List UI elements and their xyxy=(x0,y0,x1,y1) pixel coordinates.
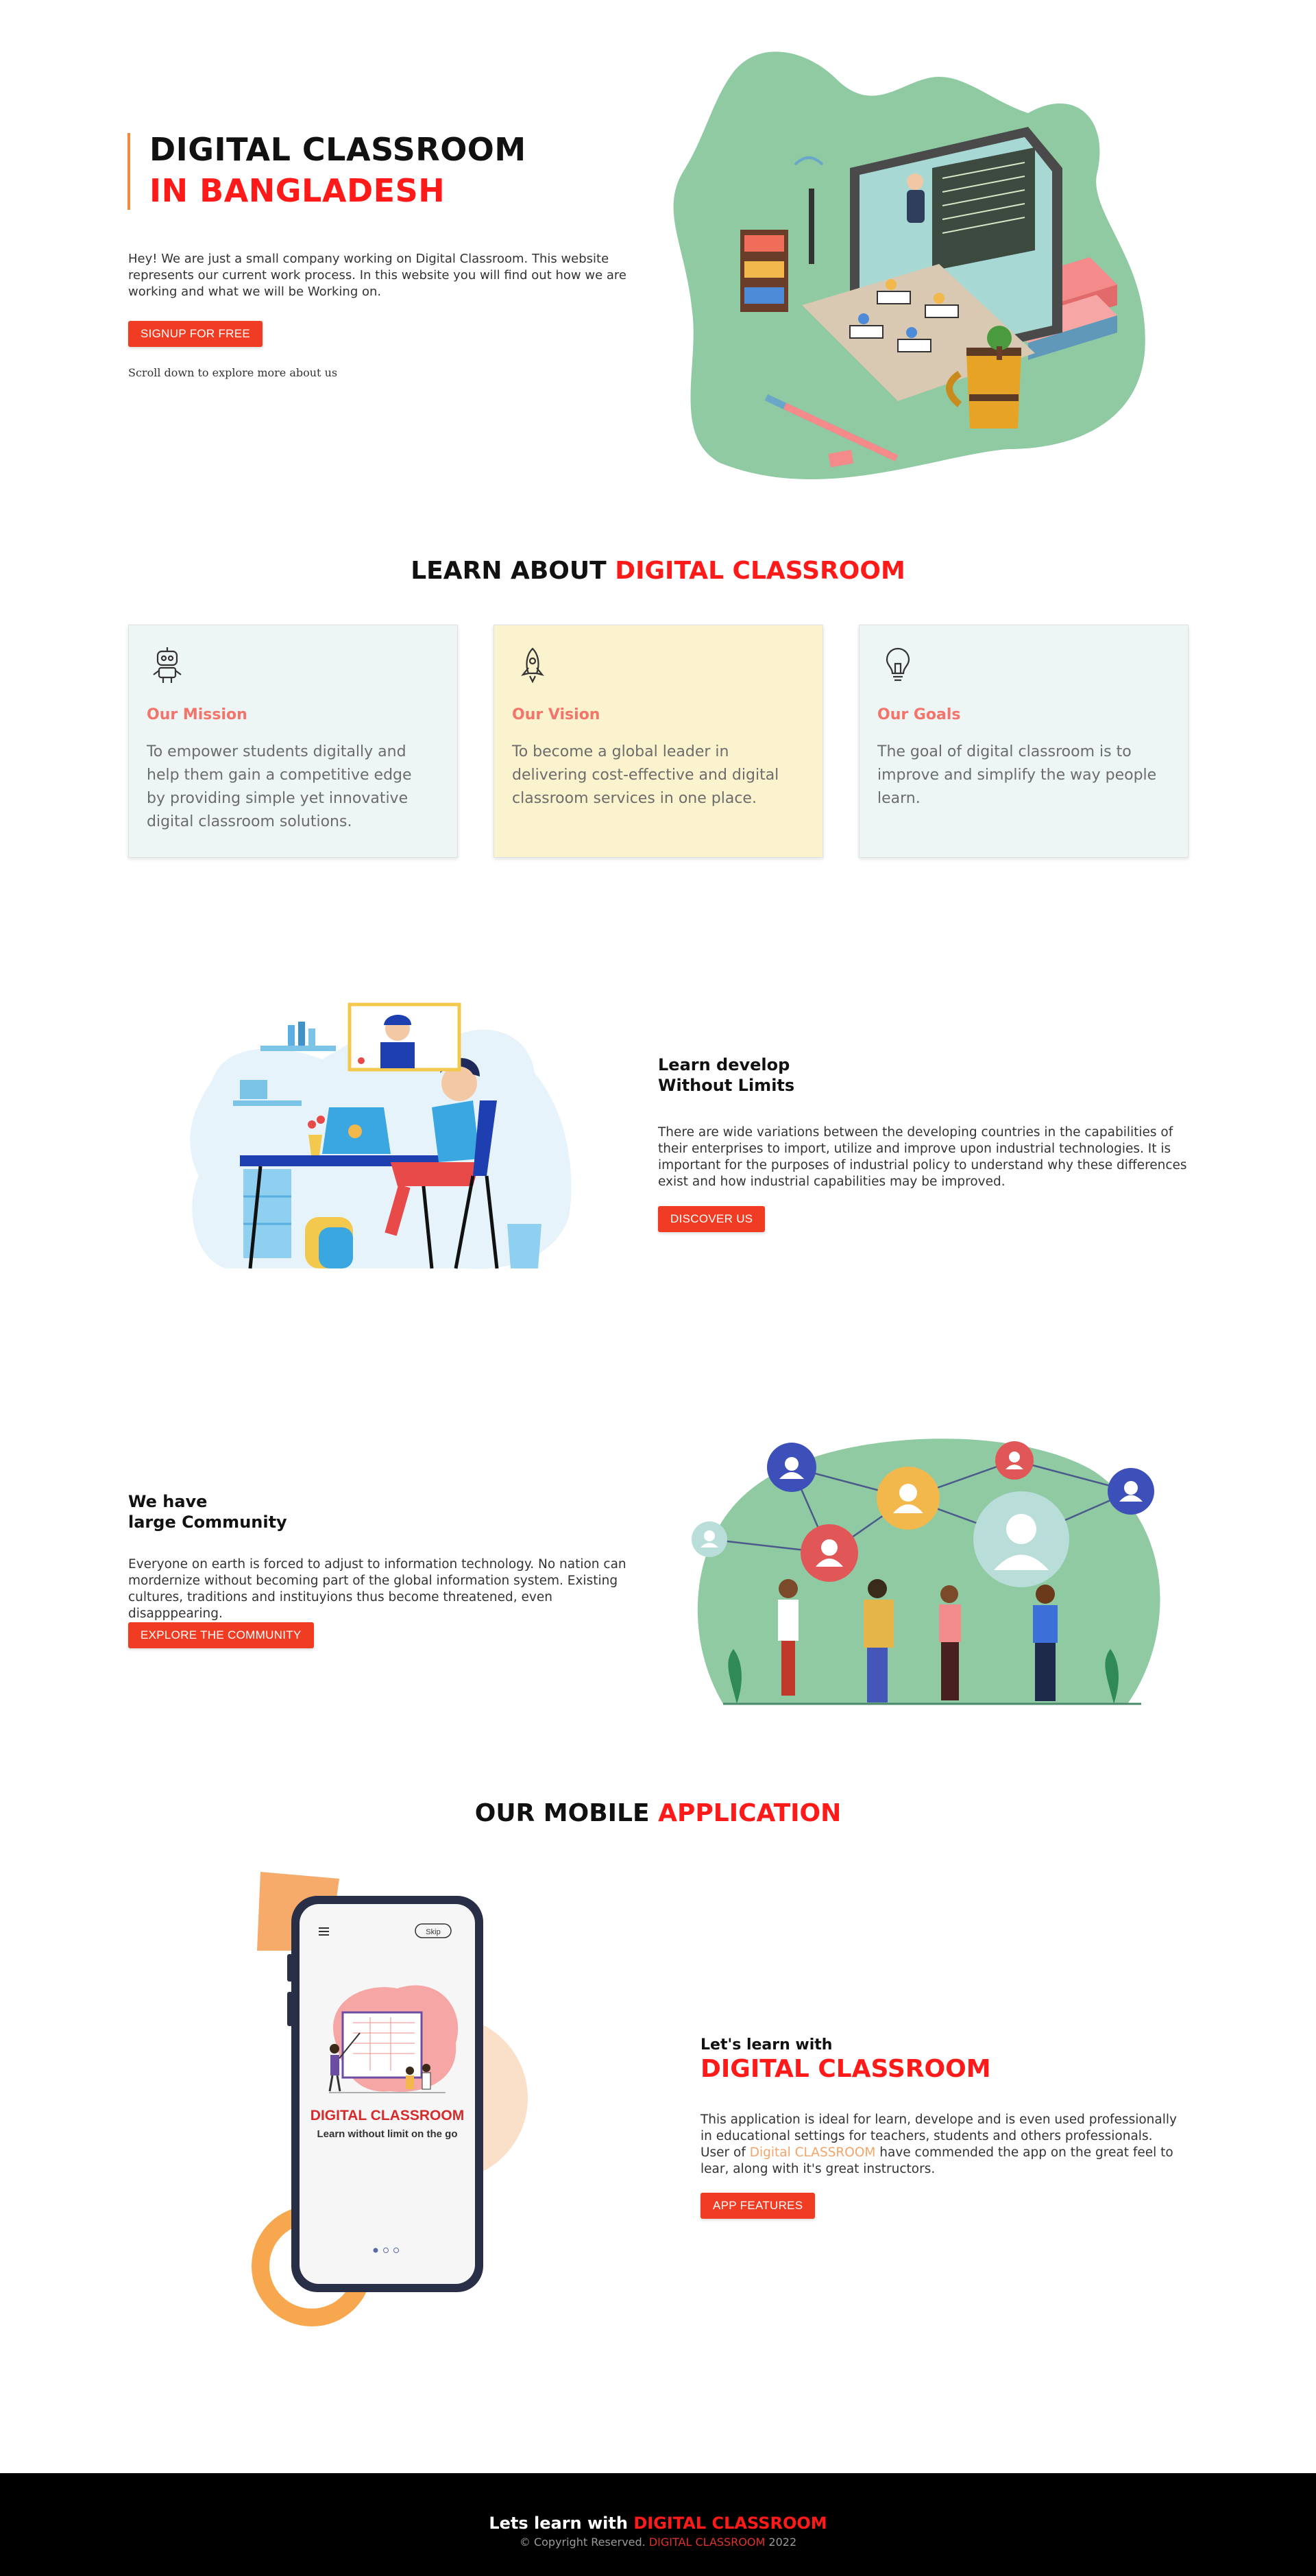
hero-title-line1: DIGITAL CLASSROOM xyxy=(149,131,526,168)
classroom-illustration xyxy=(673,51,1145,480)
hero-title-line2: IN BANGLADESH xyxy=(149,172,446,209)
footer-tagline-part2: DIGITAL CLASSROOM xyxy=(633,2514,827,2533)
explore-community-button[interactable]: EXPLORE THE COMMUNITY xyxy=(128,1622,314,1648)
goals-title: Our Goals xyxy=(877,706,961,723)
app-title: DIGITAL CLASSROOM xyxy=(310,2108,464,2123)
mobile-subtitle: Let's learn with xyxy=(700,2036,833,2054)
community-text: Everyone on earth is forced to adjust to… xyxy=(128,1557,626,1621)
about-heading-part2: DIGITAL CLASSROOM xyxy=(615,557,905,585)
learn-title-line2: Without Limits xyxy=(658,1076,795,1095)
lightbulb-icon xyxy=(886,647,910,682)
mobile-heading-part1: OUR MOBILE xyxy=(474,1799,659,1827)
community-title-line1: We have xyxy=(128,1492,208,1511)
vision-title: Our Vision xyxy=(512,706,600,723)
goals-text: The goal of digital classroom is to impr… xyxy=(877,743,1157,807)
skip-label: Skip xyxy=(426,1928,440,1936)
signup-button[interactable]: SIGNUP FOR FREE xyxy=(128,321,263,347)
mobile-heading: OUR MOBILE APPLICATION xyxy=(0,1799,1316,1827)
hero-accent-bar xyxy=(127,133,130,210)
phone-mockup: DIGITAL CLASSROOM Learn without limit on… xyxy=(252,1872,528,2326)
mission-card: Our Mission To empower students digitall… xyxy=(128,625,458,858)
learn-text: There are wide variations between the de… xyxy=(658,1125,1187,1189)
rocket-icon xyxy=(521,647,544,684)
scroll-hint: Scroll down to explore more about us xyxy=(128,366,338,379)
hero-title: DIGITAL CLASSROOM IN BANGLADESH xyxy=(149,129,526,211)
footer-copy-part1: © Copyright Reserved. xyxy=(519,2536,649,2549)
footer-copy-part3: 2022 xyxy=(765,2536,797,2549)
student-laptop-illustration xyxy=(190,1002,572,1269)
community-title-line2: large Community xyxy=(128,1513,287,1532)
mobile-heading-part2: APPLICATION xyxy=(658,1799,842,1827)
mission-text: To empower students digitally and help t… xyxy=(147,743,412,830)
app-tagline: Learn without limit on the go xyxy=(317,2128,458,2140)
hero-description: Hey! We are just a small company working… xyxy=(128,252,626,299)
vision-text: To become a global leader in delivering … xyxy=(512,743,779,807)
mobile-text-highlight: Digital CLASSROOM xyxy=(749,2145,876,2160)
about-heading-part1: LEARN ABOUT xyxy=(411,557,616,585)
app-features-button[interactable]: APP FEATURES xyxy=(700,2193,816,2219)
mobile-text: This application is ideal for learn, dev… xyxy=(700,2112,1184,2178)
community-network-illustration xyxy=(692,1439,1160,1705)
learn-title-line1: Learn develop xyxy=(658,1055,790,1074)
robot-icon xyxy=(153,647,182,683)
vision-card: Our Vision To become a global leader in … xyxy=(494,625,823,858)
goals-card: Our Goals The goal of digital classroom … xyxy=(859,625,1189,858)
footer-copy-part2: DIGITAL CLASSROOM xyxy=(648,2536,766,2549)
discover-us-button[interactable]: DISCOVER US xyxy=(658,1206,766,1232)
mobile-title: DIGITAL CLASSROOM xyxy=(700,2055,991,2083)
about-heading: LEARN ABOUT DIGITAL CLASSROOM xyxy=(0,557,1316,585)
learn-title: Learn develop Without Limits xyxy=(658,1055,794,1096)
footer-tagline-part1: Lets learn with xyxy=(489,2514,634,2533)
footer-copyright: © Copyright Reserved. DIGITAL CLASSROOM … xyxy=(0,2536,1316,2549)
footer-tagline: Lets learn with DIGITAL CLASSROOM xyxy=(0,2514,1316,2533)
mission-title: Our Mission xyxy=(147,706,247,723)
community-title: We have large Community xyxy=(128,1491,287,1532)
